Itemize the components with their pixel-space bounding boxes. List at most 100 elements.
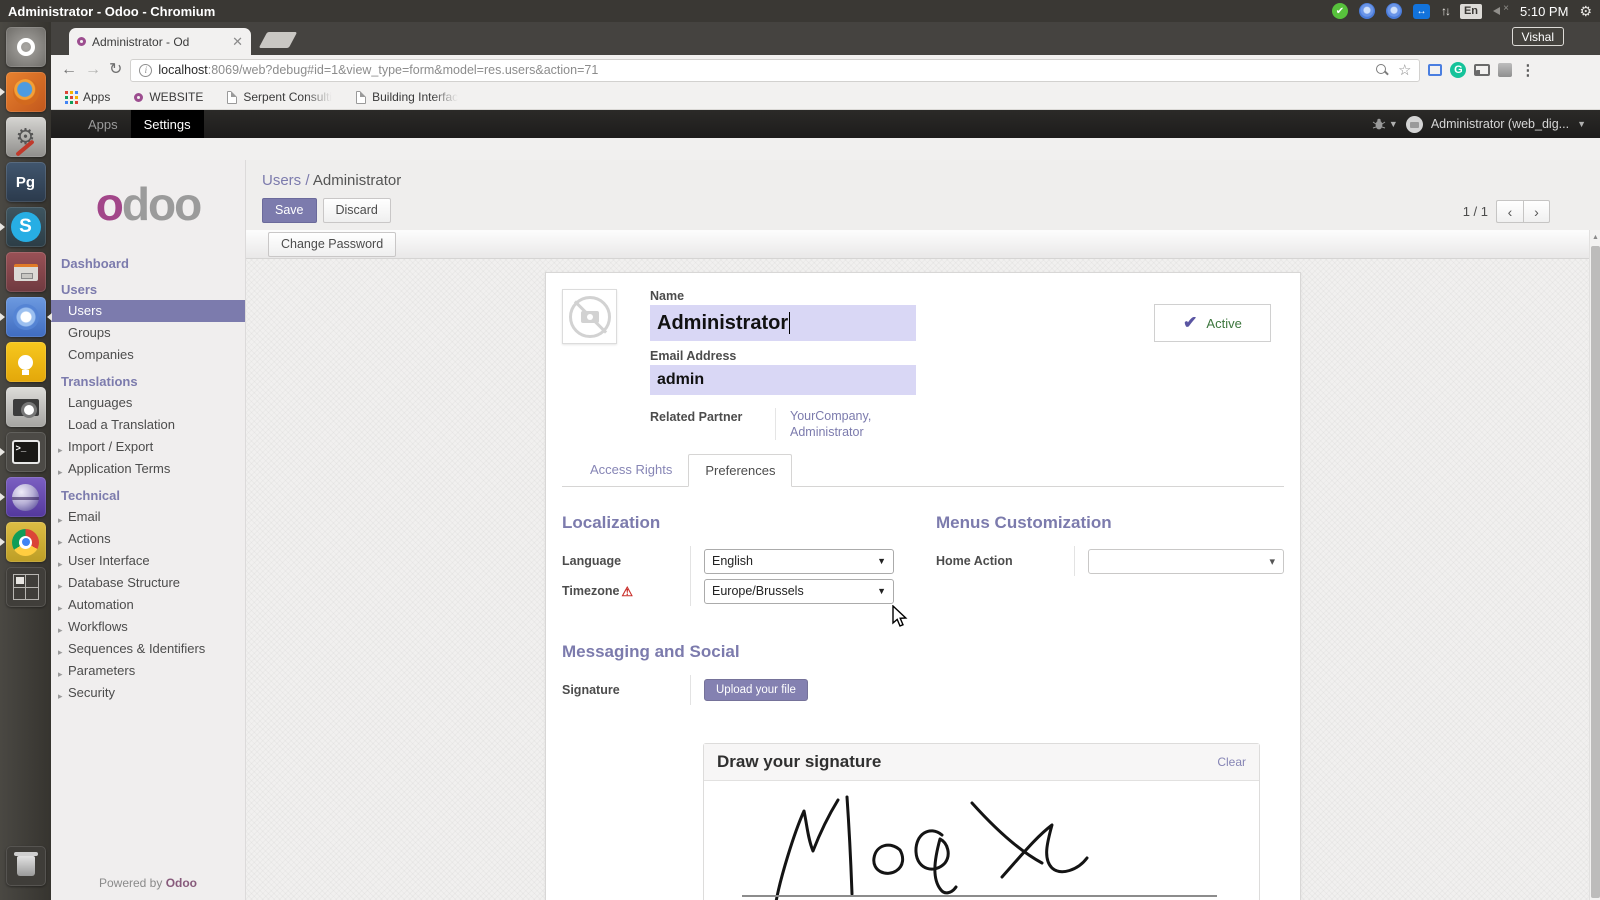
- email-input[interactable]: admin: [650, 365, 916, 395]
- change-password-button[interactable]: Change Password: [268, 232, 396, 257]
- bookmark-building[interactable]: Building Interfac: [356, 90, 458, 104]
- expand-arrow-icon[interactable]: ▸: [58, 644, 63, 660]
- related-partner-link[interactable]: YourCompany,Administrator: [775, 408, 871, 440]
- name-input[interactable]: Administrator: [650, 305, 916, 341]
- archive-manager-icon[interactable]: [6, 252, 46, 292]
- camera-app-icon[interactable]: [6, 387, 46, 427]
- site-info-icon[interactable]: i: [139, 64, 152, 77]
- url-bar[interactable]: i localhost:8069/web?debug#id=1&view_typ…: [130, 59, 1420, 82]
- expand-arrow-icon[interactable]: ▸: [58, 534, 63, 550]
- tab-preferences[interactable]: Preferences: [688, 454, 792, 487]
- browser-menu-icon[interactable]: ⋮: [1520, 61, 1535, 79]
- expand-arrow-icon[interactable]: ▸: [58, 556, 63, 572]
- chrome-icon[interactable]: [6, 522, 46, 562]
- postgresql-icon[interactable]: Pg: [6, 162, 46, 202]
- discard-button[interactable]: Discard: [323, 198, 391, 223]
- sidebar-item-application-terms[interactable]: ▸Application Terms: [51, 458, 245, 480]
- expand-arrow-icon[interactable]: ▸: [58, 600, 63, 616]
- page-icon: [356, 91, 366, 104]
- volume-muted-icon[interactable]: ×: [1493, 5, 1509, 17]
- expand-arrow-icon[interactable]: ▸: [58, 666, 63, 682]
- sidebar-item-dashboard[interactable]: Dashboard: [51, 248, 245, 274]
- pager-previous-icon[interactable]: ‹: [1496, 200, 1523, 223]
- save-button[interactable]: Save: [262, 198, 317, 223]
- browser-profile-chip[interactable]: Vishal: [1512, 27, 1564, 46]
- reload-icon[interactable]: ↻: [109, 62, 122, 78]
- sidebar-item-email[interactable]: ▸Email: [51, 506, 245, 528]
- sidebar-item-languages[interactable]: Languages: [51, 392, 245, 414]
- signature-clear-link[interactable]: Clear: [1217, 755, 1246, 769]
- user-menu[interactable]: Administrator (web_dig...: [1431, 117, 1569, 131]
- expand-arrow-icon[interactable]: ▸: [58, 512, 63, 528]
- bookmarks-bar: Apps WEBSITE Serpent Consulti Building I…: [51, 85, 1600, 110]
- sidebar-item-parameters[interactable]: ▸Parameters: [51, 660, 245, 682]
- upload-file-button[interactable]: Upload your file: [704, 679, 808, 701]
- sidebar-item-users[interactable]: Users: [51, 300, 245, 322]
- chromium-tray-icon[interactable]: [1359, 3, 1375, 19]
- new-tab-button[interactable]: [259, 32, 298, 48]
- sidebar-item-sequences-identifiers[interactable]: ▸Sequences & Identifiers: [51, 638, 245, 660]
- bookmark-website[interactable]: WEBSITE: [134, 90, 203, 104]
- sidebar-item-user-interface[interactable]: ▸User Interface: [51, 550, 245, 572]
- session-gear-icon[interactable]: ⚙: [1579, 4, 1592, 18]
- sidebar-item-database-structure[interactable]: ▸Database Structure: [51, 572, 245, 594]
- expand-arrow-icon[interactable]: ▸: [58, 688, 63, 704]
- browser-tab[interactable]: Administrator - Od ✕: [69, 28, 251, 55]
- extension-cube-icon[interactable]: [1498, 63, 1512, 77]
- teamviewer-tray-icon[interactable]: ↔: [1413, 4, 1430, 19]
- search-icon[interactable]: [1376, 64, 1388, 76]
- nav-apps[interactable]: Apps: [75, 110, 131, 138]
- scrollbar-thumb[interactable]: [1591, 246, 1600, 898]
- sidebar-item-groups[interactable]: Groups: [51, 322, 245, 344]
- screenshot-extension-icon[interactable]: [1428, 64, 1442, 76]
- chromium-tray-icon-2[interactable]: [1386, 3, 1402, 19]
- expand-arrow-icon[interactable]: ▸: [58, 464, 63, 480]
- sidebar-item-actions[interactable]: ▸Actions: [51, 528, 245, 550]
- skype-status-icon[interactable]: ✔: [1332, 3, 1348, 19]
- eclipse-icon[interactable]: [6, 477, 46, 517]
- pager-next-icon[interactable]: ›: [1523, 200, 1550, 223]
- terminal-icon[interactable]: >_: [6, 432, 46, 472]
- user-image-field[interactable]: [562, 289, 617, 344]
- timezone-select[interactable]: Europe/Brussels▼: [704, 579, 894, 604]
- sidebar-item-companies[interactable]: Companies: [51, 344, 245, 366]
- skype-icon[interactable]: S: [6, 207, 46, 247]
- expand-arrow-icon[interactable]: ▸: [58, 622, 63, 638]
- active-checkbox[interactable]: ✔ Active: [1154, 304, 1271, 342]
- clock[interactable]: 5:10 PM: [1520, 4, 1568, 19]
- user-menu-caret-icon[interactable]: ▼: [1577, 119, 1586, 129]
- expand-arrow-icon[interactable]: ▸: [58, 578, 63, 594]
- bookmark-serpent[interactable]: Serpent Consulti: [227, 90, 332, 104]
- sidebar-item-automation[interactable]: ▸Automation: [51, 594, 245, 616]
- home-action-combobox[interactable]: ▾: [1088, 549, 1284, 574]
- tab-access-rights[interactable]: Access Rights: [574, 454, 688, 487]
- workspace-switcher-icon[interactable]: [6, 567, 46, 607]
- sidebar-item-security[interactable]: ▸Security: [51, 682, 245, 704]
- grammarly-extension-icon[interactable]: G: [1450, 62, 1466, 78]
- cast-icon[interactable]: [1474, 64, 1490, 76]
- forward-icon[interactable]: →: [85, 62, 101, 78]
- bookmark-apps[interactable]: Apps: [65, 90, 110, 104]
- bookmark-star-icon[interactable]: ☆: [1398, 63, 1411, 78]
- expand-arrow-icon[interactable]: ▸: [58, 442, 63, 458]
- nav-settings[interactable]: Settings: [131, 110, 204, 138]
- sidebar-item-import-export[interactable]: ▸Import / Export: [51, 436, 245, 458]
- scroll-up-arrow-icon[interactable]: ▲: [1591, 234, 1600, 241]
- sidebar-item-workflows[interactable]: ▸Workflows: [51, 616, 245, 638]
- ubuntu-dash-icon[interactable]: [6, 27, 46, 67]
- back-icon[interactable]: ←: [61, 62, 77, 78]
- system-settings-icon[interactable]: ⚙: [6, 117, 46, 157]
- chromium-icon[interactable]: [6, 297, 46, 337]
- signature-canvas[interactable]: [704, 781, 1259, 900]
- tab-close-icon[interactable]: ✕: [232, 35, 243, 48]
- sidebar-item-load-translation[interactable]: Load a Translation: [51, 414, 245, 436]
- vertical-scrollbar[interactable]: ▲: [1589, 230, 1600, 900]
- network-indicator-icon[interactable]: ↑↓: [1441, 4, 1449, 18]
- debug-bug-icon[interactable]: ▼: [1372, 118, 1398, 130]
- language-select[interactable]: English▼: [704, 549, 894, 574]
- google-keep-icon[interactable]: [6, 342, 46, 382]
- breadcrumb-users[interactable]: Users: [262, 172, 301, 189]
- trash-icon[interactable]: [6, 846, 46, 886]
- keyboard-layout-indicator[interactable]: En: [1460, 4, 1482, 19]
- firefox-icon[interactable]: [6, 72, 46, 112]
